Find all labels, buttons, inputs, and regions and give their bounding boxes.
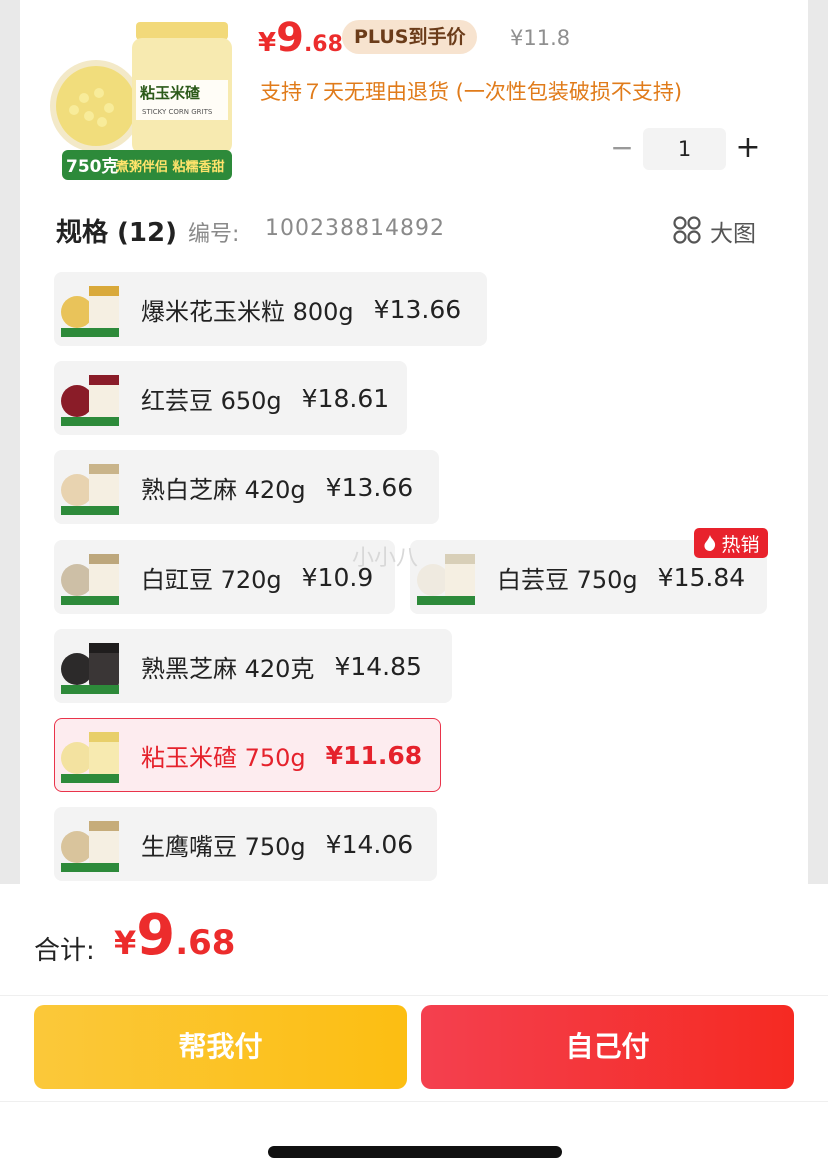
product-price: ¥ 9 .68: [258, 18, 343, 62]
price-decimal: .68: [303, 32, 343, 57]
option-name: 白芸豆 750g: [497, 565, 638, 594]
option-price: ¥14.85: [334, 651, 422, 681]
option-chip[interactable]: 熟黑芝麻 420克 ¥14.85: [54, 629, 452, 703]
option-name: 红芸豆 650g: [141, 386, 282, 415]
option-name: 白豇豆 720g: [141, 565, 282, 594]
option-thumbnail: [61, 732, 119, 783]
option-thumbnail: [61, 643, 119, 694]
quantity-increase-button[interactable]: +: [732, 130, 764, 166]
option-chip-selected[interactable]: 粘玉米碴 750g ¥11.68: [54, 718, 441, 792]
spec-code-label: 编号:: [188, 222, 240, 247]
image-weight: 750克: [66, 156, 119, 177]
option-price: ¥13.66: [373, 294, 462, 324]
price-integer: 9: [276, 15, 304, 61]
total-price: ¥ 9 .68: [114, 906, 235, 966]
svg-text:STICKY CORN GRITS: STICKY CORN GRITS: [142, 108, 213, 116]
divider: [0, 995, 828, 996]
quantity-input[interactable]: 1: [643, 128, 726, 170]
spec-title: 规格 (12): [56, 218, 177, 248]
bigview-button[interactable]: 大图: [710, 214, 756, 248]
price-symbol: ¥: [258, 28, 277, 58]
option-thumbnail: [61, 375, 119, 426]
help-pay-button[interactable]: 帮我付: [34, 1005, 407, 1089]
option-price: ¥18.61: [301, 383, 390, 413]
grid-icon[interactable]: [672, 215, 702, 245]
hot-sale-badge: 热销: [694, 528, 768, 558]
option-price: ¥14.06: [325, 829, 414, 859]
option-name: 熟黑芝麻 420克: [141, 654, 315, 683]
image-caption: 煮粥伴侣 粘糯香甜: [115, 159, 225, 175]
option-name: 熟白芝麻 420g: [141, 475, 306, 504]
option-thumbnail: [61, 821, 119, 872]
option-thumbnail: [61, 554, 119, 605]
product-image: 粘玉米碴 STICKY CORN GRITS 750克 煮粥伴侣 粘糯香甜: [50, 22, 232, 180]
jar-label: 粘玉米碴: [140, 84, 201, 102]
option-name: 生鹰嘴豆 750g: [141, 832, 306, 861]
divider: [0, 1101, 828, 1102]
home-indicator[interactable]: [268, 1146, 562, 1158]
option-name: 粘玉米碴 750g: [141, 743, 306, 772]
option-name: 爆米花玉米粒 800g: [141, 297, 354, 326]
self-pay-button[interactable]: 自己付: [421, 1005, 794, 1089]
option-chip[interactable]: 熟白芝麻 420g ¥13.66: [54, 450, 439, 524]
option-thumbnail: [61, 286, 119, 337]
flame-icon: [704, 535, 716, 551]
option-chip[interactable]: 白豇豆 720g ¥10.9: [54, 540, 395, 614]
total-integer: 9: [136, 903, 176, 968]
option-chip[interactable]: 生鹰嘴豆 750g ¥14.06: [54, 807, 437, 881]
total-decimal: .68: [175, 923, 236, 963]
original-price: ¥11.8: [510, 26, 571, 50]
hot-sale-label: 热销: [721, 533, 760, 556]
plus-price-badge: PLUS到手价: [342, 20, 478, 54]
total-label: 合计:: [34, 936, 95, 966]
option-price: ¥11.68: [325, 740, 423, 770]
watermark: 小小八: [352, 546, 419, 571]
option-thumbnail: [61, 464, 119, 515]
quantity-decrease-button[interactable]: −: [606, 130, 638, 166]
option-chip[interactable]: 爆米花玉米粒 800g ¥13.66: [54, 272, 487, 346]
option-price: ¥13.66: [325, 472, 414, 502]
sku-selector-sheet: 粘玉米碴 STICKY CORN GRITS 750克 煮粥伴侣 粘糯香甜 ¥ …: [0, 0, 828, 1175]
spec-code: 100238814892: [265, 216, 445, 241]
option-price: ¥15.84: [657, 562, 746, 592]
total-symbol: ¥: [114, 924, 137, 962]
option-chip[interactable]: 红芸豆 650g ¥18.61: [54, 361, 407, 435]
option-thumbnail: [417, 554, 475, 605]
return-policy-text: 支持７天无理由退货 (一次性包装破损不支持): [260, 80, 683, 104]
